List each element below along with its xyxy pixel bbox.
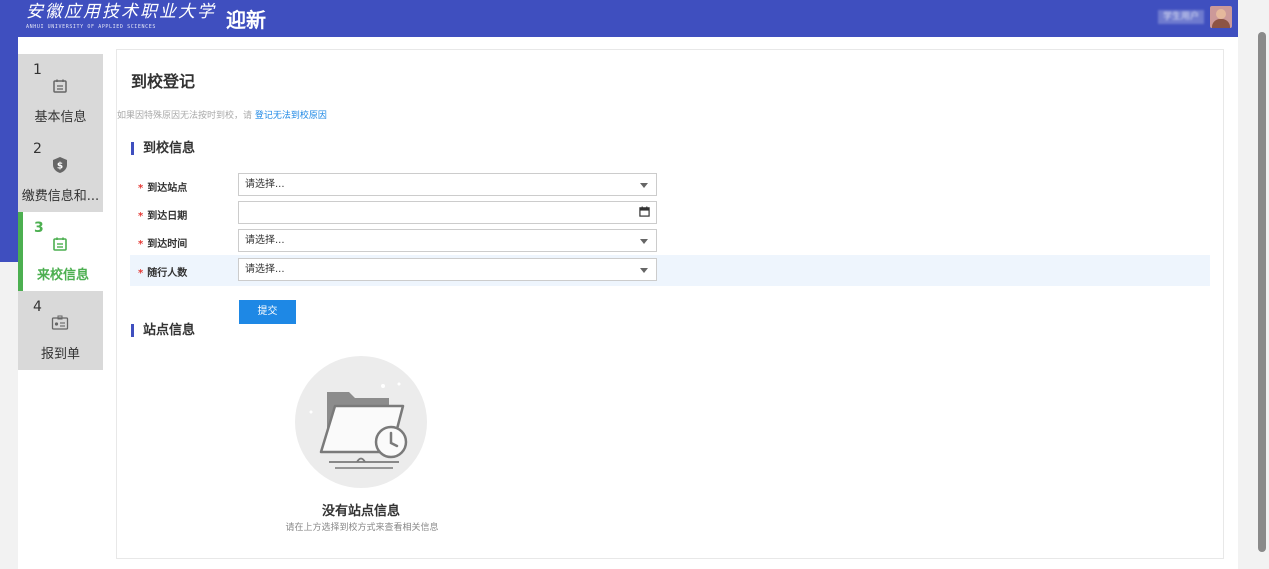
field-label: * 随行人数 [138, 264, 187, 279]
empty-subtitle: 请在上方选择到校方式来查看相关信息 [285, 523, 439, 533]
top-header: 安徽应用技术职业大学 ANHUI UNIVERSITY OF APPLIED S… [0, 0, 1238, 35]
step-arrival-info[interactable]: 3 来校信息 [18, 212, 103, 291]
notice-prefix: 如果因特殊原因无法按时到校，请 [117, 111, 255, 121]
submit-button[interactable]: 提交 [239, 300, 296, 324]
calendar-icon [51, 235, 69, 253]
companions-label: 随行人数 [147, 268, 188, 279]
chevron-down-icon [640, 239, 648, 244]
svg-text:$: $ [57, 162, 63, 172]
user-menu[interactable]: 学生用户 [1157, 6, 1232, 28]
date-label: 到达日期 [147, 211, 188, 222]
form-row-station: * 到达站点 请选择... [130, 170, 1210, 201]
station-label: 到达站点 [147, 183, 188, 194]
time-select[interactable]: 请选择... [238, 229, 657, 252]
scrollbar-thumb[interactable] [1258, 32, 1266, 552]
school-name-en: ANHUI UNIVERSITY OF APPLIED SCIENCES [26, 24, 156, 30]
form-row-companions: * 随行人数 请选择... [130, 255, 1210, 286]
user-name[interactable]: 学生用户 [1157, 10, 1204, 24]
calendar-icon[interactable] [639, 206, 650, 217]
calendar-icon [51, 77, 69, 95]
required-mark: * [138, 183, 144, 194]
time-label: 到达时间 [147, 239, 188, 250]
user-avatar[interactable] [1210, 6, 1232, 28]
step-label: 缴费信息和... [21, 189, 100, 204]
field-label: * 到达日期 [138, 207, 187, 222]
form-row-date: * 到达日期 [130, 198, 1210, 229]
required-mark: * [138, 268, 144, 279]
absence-reason-link[interactable]: 登记无法到校原因 [255, 111, 327, 121]
date-input[interactable] [238, 201, 657, 224]
field-label: * 到达时间 [138, 235, 187, 250]
step-payment-info[interactable]: 2 $ 缴费信息和... [18, 133, 103, 212]
shield-money-icon: $ [51, 156, 69, 174]
station-select-value: 请选择... [245, 179, 285, 190]
station-section-title: 站点信息 [131, 324, 195, 337]
app-title: 迎新 [226, 8, 266, 32]
page-container: 1 基本信息 2 $ 缴费信息和... 3 来校信息 4 报到单 到校登记 如果… [18, 37, 1238, 569]
arrival-section-title: 到校信息 [131, 142, 195, 155]
school-name-cn: 安徽应用技术职业大学 [26, 2, 216, 22]
step-number: 2 [33, 141, 42, 157]
time-select-value: 请选择... [245, 235, 285, 246]
main-content: 到校登记 如果因特殊原因无法按时到校，请 登记无法到校原因 到校信息 * 到达站点… [116, 49, 1224, 559]
school-logo[interactable]: 安徽应用技术职业大学 ANHUI UNIVERSITY OF APPLIED S… [26, 3, 216, 33]
field-label: * 到达站点 [138, 179, 187, 194]
step-label: 报到单 [40, 347, 80, 362]
step-number: 1 [33, 62, 42, 78]
companions-select-value: 请选择... [245, 264, 285, 275]
scrollbar-track[interactable] [1238, 0, 1269, 569]
step-label: 基本信息 [34, 110, 87, 125]
step-registration-form[interactable]: 4 报到单 [18, 291, 103, 370]
empty-title: 没有站点信息 [321, 504, 400, 519]
step-label: 来校信息 [36, 268, 89, 283]
station-select[interactable]: 请选择... [238, 173, 657, 196]
page-title: 到校登记 [131, 72, 196, 91]
chevron-down-icon [640, 268, 648, 273]
step-nav: 1 基本信息 2 $ 缴费信息和... 3 来校信息 4 报到单 [18, 54, 103, 370]
step-number: 4 [33, 299, 42, 315]
step-basic-info[interactable]: 1 基本信息 [18, 54, 103, 133]
notice-text: 如果因特殊原因无法按时到校，请 登记无法到校原因 [117, 108, 327, 121]
empty-folder-illustration [295, 356, 427, 488]
companions-select[interactable]: 请选择... [238, 258, 657, 281]
required-mark: * [138, 239, 144, 250]
step-number: 3 [34, 220, 44, 236]
form-row-time: * 到达时间 请选择... [130, 226, 1210, 257]
chevron-down-icon [640, 183, 648, 188]
id-card-icon [51, 314, 69, 332]
required-mark: * [138, 211, 144, 222]
empty-state: 没有站点信息 请在上方选择到校方式来查看相关信息 [279, 356, 443, 533]
